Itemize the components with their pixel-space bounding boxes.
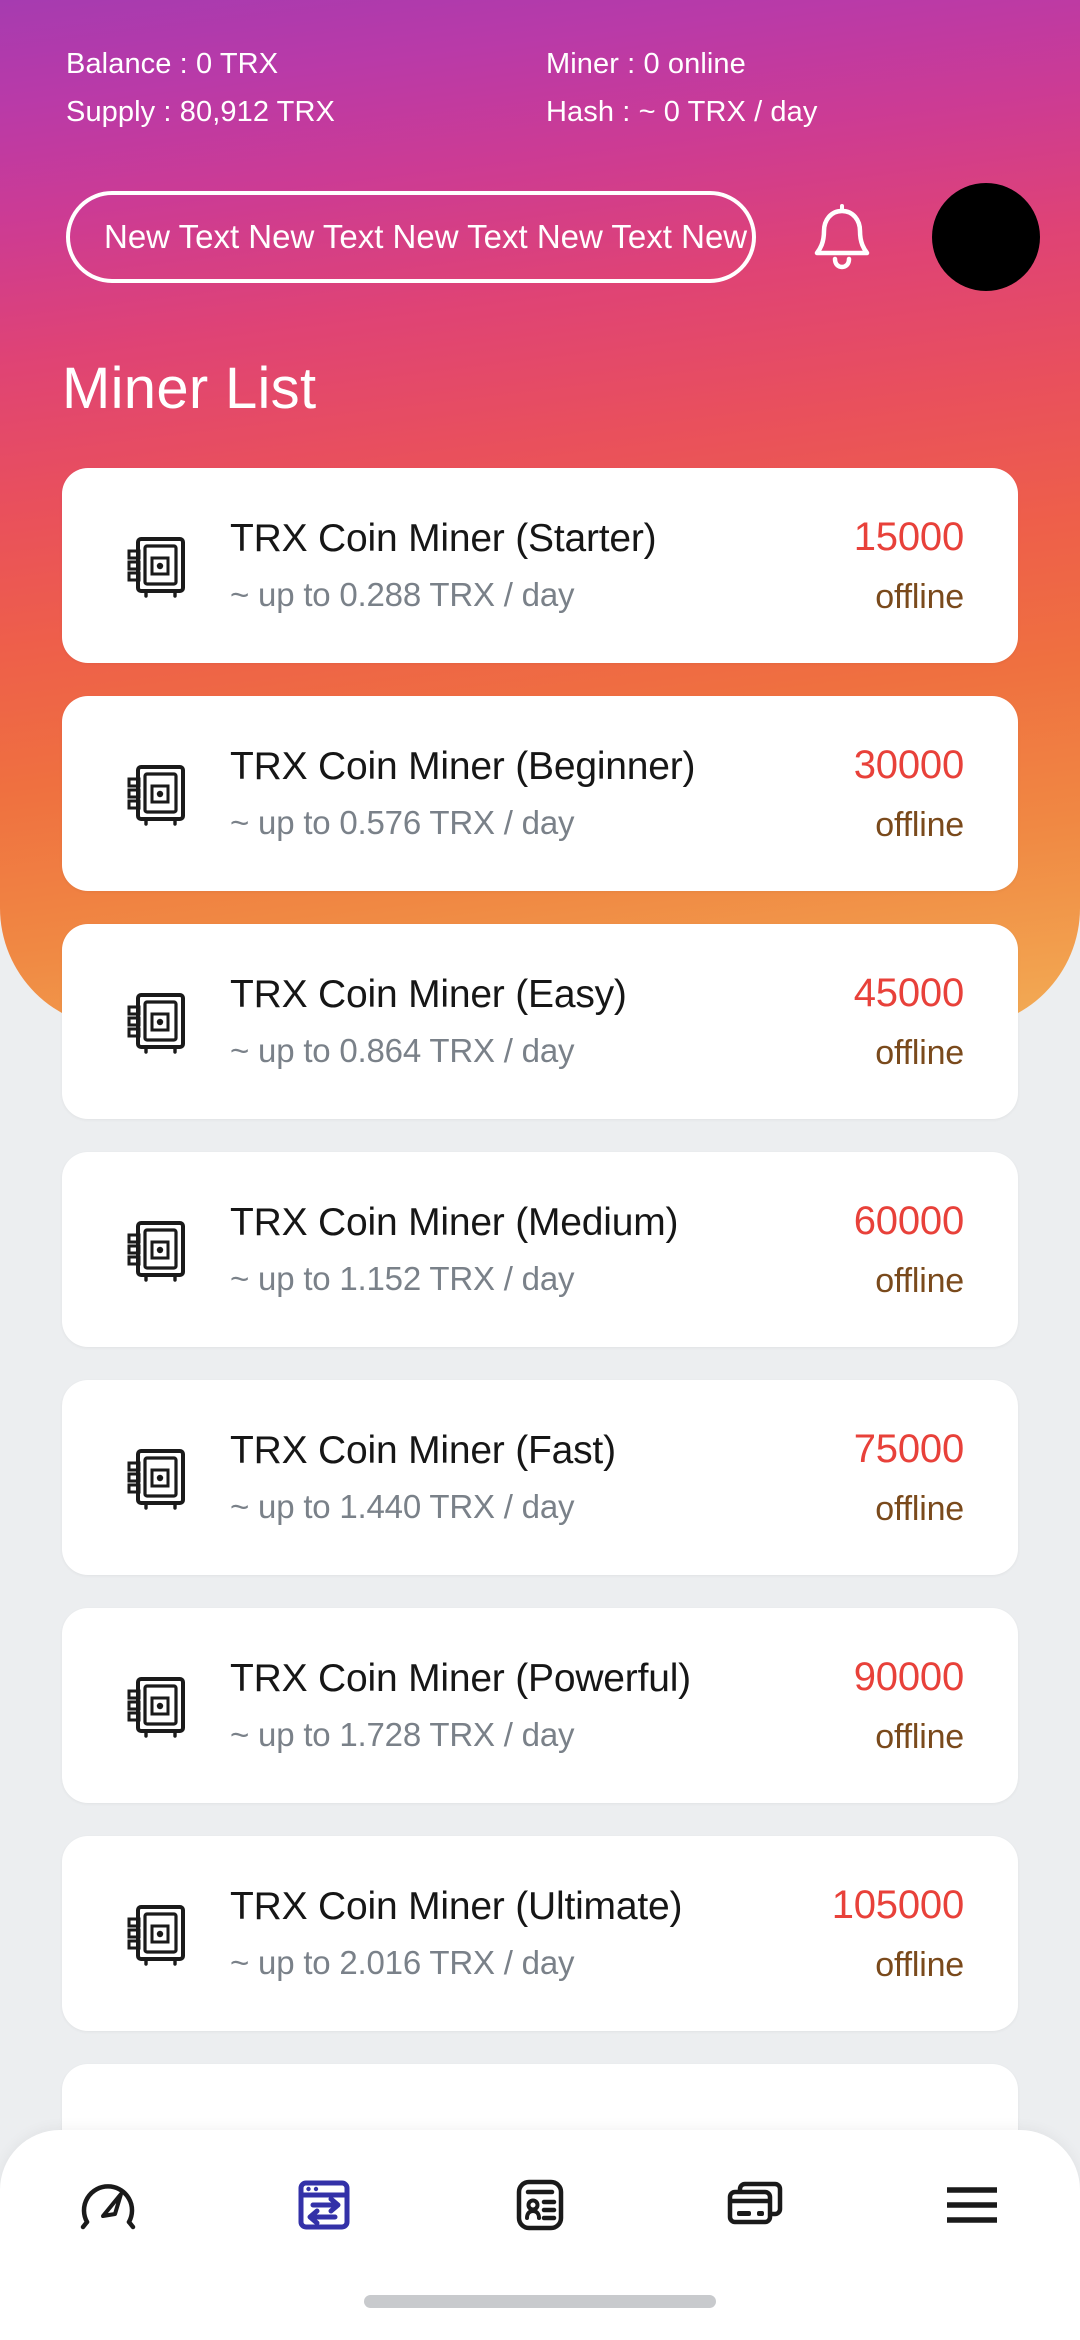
credit-cards-icon: [723, 2174, 789, 2236]
miner-info: TRX Coin Miner (Powerful) ~ up to 1.728 T…: [230, 1657, 854, 1754]
miner-info: TRX Coin Miner (Beginner) ~ up to 0.576 T…: [230, 745, 854, 842]
id-card-icon: [509, 2174, 571, 2236]
balance-stat: Balance : 0 TRX: [66, 48, 279, 80]
announcement-text: New Text New Text New Text New Text New …: [104, 218, 756, 255]
miner-rig-icon: [118, 1669, 192, 1743]
miner-rig-icon: [118, 1897, 192, 1971]
miner-meta: 75000 offline: [854, 1427, 964, 1528]
miner-meta: 90000 offline: [854, 1655, 964, 1756]
miner-name: TRX Coin Miner (Easy): [230, 973, 627, 1017]
miner-price: 90000: [853, 1655, 964, 1700]
miner-info: TRX Coin Miner (Medium) ~ up to 1.152 TRX…: [230, 1201, 854, 1298]
miner-price: 30000: [853, 743, 964, 788]
miner-name: TRX Coin Miner (Beginner): [230, 745, 696, 789]
miner-rig-icon: [118, 529, 192, 603]
miner-status-badge: offline: [875, 577, 964, 616]
miner-rate: ~ up to 1.728 TRX / day: [230, 1715, 575, 1753]
announcement-marquee[interactable]: New Text New Text New Text New Text New …: [66, 191, 756, 283]
miner-price: 75000: [853, 1427, 964, 1472]
miner-card[interactable]: TRX Coin Miner (Beginner) ~ up to 0.576 T…: [62, 696, 1018, 891]
nav-item-menu[interactable]: [864, 2130, 1080, 2280]
bottom-nav-items: [0, 2130, 1080, 2280]
miner-card[interactable]: TRX Coin Miner (Ultimate) ~ up to 2.016 T…: [62, 1836, 1018, 2031]
miner-rig-icon: [118, 1213, 192, 1287]
miner-card[interactable]: TRX Coin Miner (Powerful) ~ up to 1.728 T…: [62, 1608, 1018, 1803]
miner-price: 105000: [831, 1883, 964, 1928]
nav-item-exchange[interactable]: [216, 2130, 432, 2280]
speedometer-icon: [77, 2174, 139, 2236]
hash-stat: Hash : ~ 0 TRX / day: [546, 96, 818, 128]
miner-status-badge: offline: [875, 1261, 964, 1300]
miner-list: TRX Coin Miner (Starter) ~ up to 0.288 TR…: [0, 468, 1080, 2224]
miner-info: TRX Coin Miner (Fast) ~ up to 1.440 TRX /…: [230, 1429, 854, 1526]
miner-card[interactable]: TRX Coin Miner (Starter) ~ up to 0.288 TR…: [62, 468, 1018, 663]
app-screen: Balance : 0 TRX Miner : 0 online Supply …: [0, 0, 1080, 2340]
avatar[interactable]: [932, 183, 1040, 291]
page-title: Miner List: [62, 356, 317, 421]
miner-name: TRX Coin Miner (Powerful): [230, 1657, 691, 1701]
supply-stat: Supply : 80,912 TRX: [66, 96, 335, 128]
miner-status-badge: offline: [875, 1489, 964, 1528]
nav-item-cards[interactable]: [648, 2130, 864, 2280]
miner-price: 60000: [853, 1199, 964, 1244]
miner-meta: 105000 offline: [832, 1883, 964, 1984]
miner-status-badge: offline: [875, 1945, 964, 1984]
miner-card[interactable]: TRX Coin Miner (Fast) ~ up to 1.440 TRX /…: [62, 1380, 1018, 1575]
miner-status-badge: offline: [875, 805, 964, 844]
miner-info: TRX Coin Miner (Easy) ~ up to 0.864 TRX /…: [230, 973, 854, 1070]
miner-meta: 30000 offline: [854, 743, 964, 844]
miner-rig-icon: [118, 985, 192, 1059]
miner-rig-icon: [118, 1441, 192, 1515]
bell-icon: [811, 203, 873, 271]
miner-info: TRX Coin Miner (Ultimate) ~ up to 2.016 T…: [230, 1885, 832, 1982]
miner-info: TRX Coin Miner (Starter) ~ up to 0.288 TR…: [230, 517, 854, 614]
miner-status-badge: offline: [875, 1717, 964, 1756]
miner-name: TRX Coin Miner (Fast): [230, 1429, 616, 1473]
miner-meta: 60000 offline: [854, 1199, 964, 1300]
top-bar: New Text New Text New Text New Text New …: [0, 182, 1080, 292]
hamburger-menu-icon: [941, 2178, 1003, 2232]
miner-rate: ~ up to 1.440 TRX / day: [230, 1487, 575, 1525]
miner-name: TRX Coin Miner (Medium): [230, 1201, 679, 1245]
miner-meta: 45000 offline: [854, 971, 964, 1072]
stats-row-2: Supply : 80,912 TRX Hash : ~ 0 TRX / day: [0, 96, 1080, 129]
miner-rig-icon: [118, 757, 192, 831]
miner-stat: Miner : 0 online: [546, 48, 746, 80]
miner-rate: ~ up to 0.864 TRX / day: [230, 1031, 575, 1069]
miner-price: 15000: [853, 515, 964, 560]
miner-meta: 15000 offline: [854, 515, 964, 616]
miner-name: TRX Coin Miner (Ultimate): [230, 1885, 683, 1929]
stats-row-1: Balance : 0 TRX Miner : 0 online: [0, 48, 1080, 81]
miner-name: TRX Coin Miner (Starter): [230, 517, 657, 561]
miner-card[interactable]: TRX Coin Miner (Medium) ~ up to 1.152 TRX…: [62, 1152, 1018, 1347]
home-indicator: [364, 2295, 716, 2308]
nav-item-account[interactable]: [432, 2130, 648, 2280]
miner-rate: ~ up to 0.288 TRX / day: [230, 575, 575, 613]
miner-status-badge: offline: [875, 1033, 964, 1072]
miner-rate: ~ up to 0.576 TRX / day: [230, 803, 575, 841]
miner-rate: ~ up to 1.152 TRX / day: [230, 1259, 575, 1297]
miner-card[interactable]: TRX Coin Miner (Easy) ~ up to 0.864 TRX /…: [62, 924, 1018, 1119]
bottom-navigation-bar: [0, 2130, 1080, 2340]
miner-price: 45000: [853, 971, 964, 1016]
miner-rate: ~ up to 2.016 TRX / day: [230, 1943, 575, 1981]
notification-button[interactable]: [796, 191, 888, 283]
exchange-window-icon: [293, 2174, 355, 2236]
nav-item-dashboard[interactable]: [0, 2130, 216, 2280]
